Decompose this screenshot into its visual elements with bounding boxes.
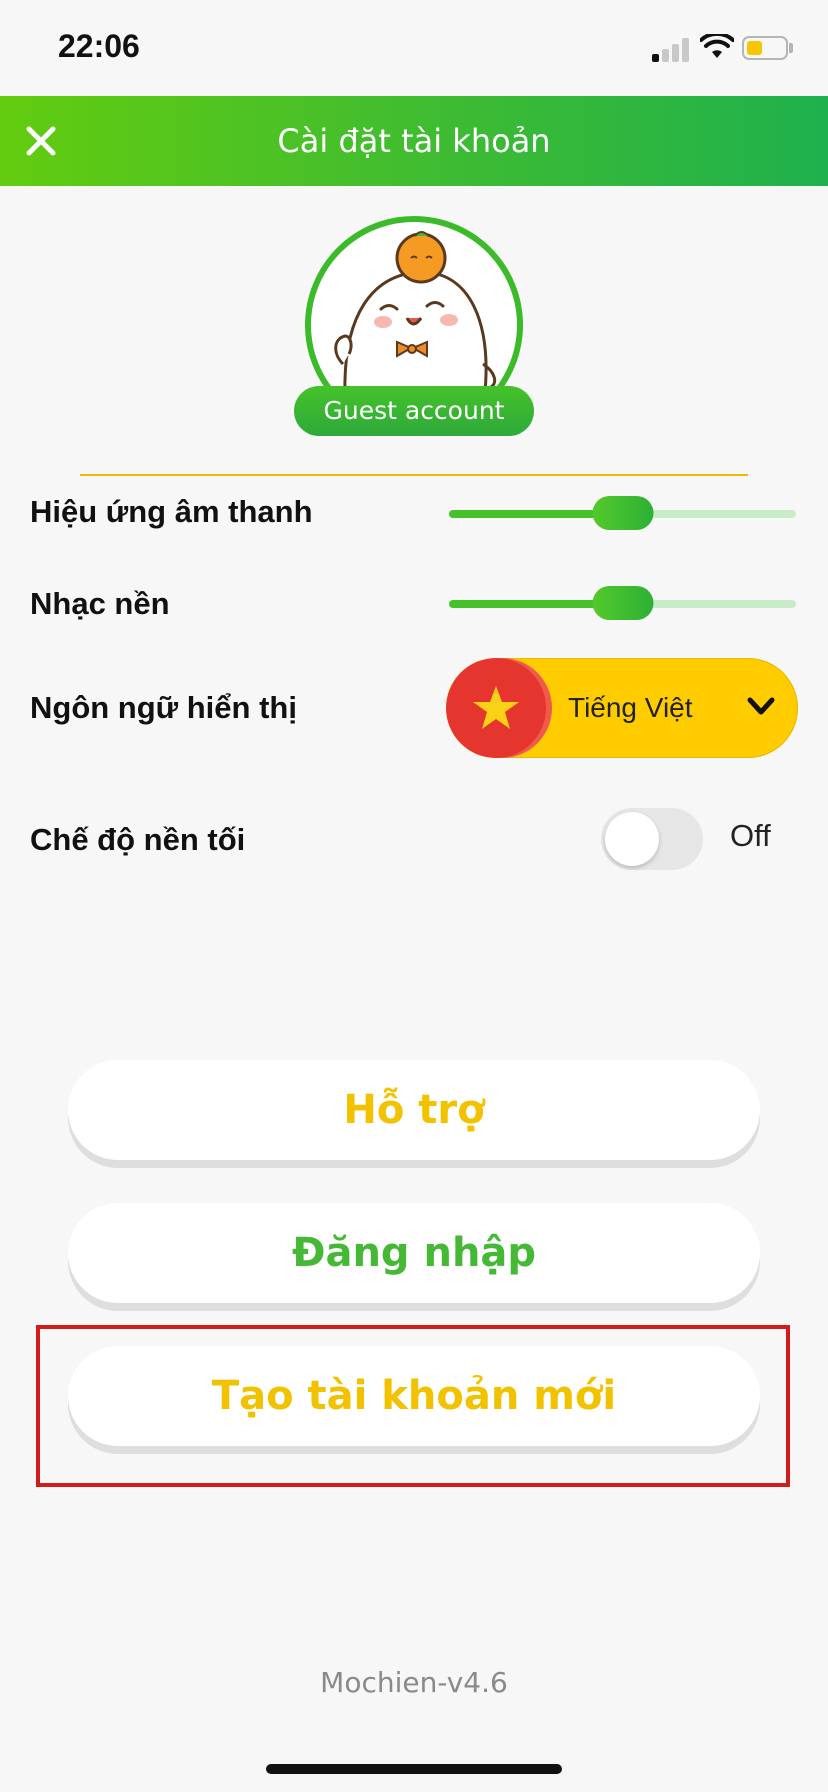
sound-effects-slider[interactable]: [449, 496, 796, 532]
status-time: 22:06: [58, 28, 140, 64]
status-bar: 22:06: [0, 0, 828, 96]
divider: [80, 474, 748, 476]
background-music-label: Nhạc nền: [30, 586, 170, 621]
login-button[interactable]: Đăng nhập: [68, 1203, 760, 1303]
help-button[interactable]: Hỗ trợ: [68, 1060, 760, 1160]
app-header: Cài đặt tài khoản: [0, 96, 828, 186]
guest-account-badge: Guest account: [294, 386, 534, 436]
language-select[interactable]: Tiếng Việt: [446, 658, 798, 758]
sound-effects-label: Hiệu ứng âm thanh: [30, 494, 313, 529]
toggle-thumb: [605, 812, 659, 866]
dark-mode-state: Off: [730, 818, 771, 853]
chevron-down-icon: [747, 697, 775, 715]
close-icon: [26, 126, 56, 156]
slider-knob[interactable]: [592, 496, 653, 530]
vietnam-flag-icon: [446, 658, 546, 758]
battery-nub: [789, 43, 793, 53]
wifi-icon: [700, 34, 734, 58]
battery-icon: [742, 36, 788, 60]
app-version: Mochien-v4.6: [320, 1666, 508, 1699]
dark-mode-label: Chế độ nền tối: [30, 822, 246, 857]
dark-mode-toggle[interactable]: [601, 808, 703, 870]
slider-knob[interactable]: [592, 586, 653, 620]
language-value: Tiếng Việt: [568, 692, 693, 723]
create-account-button[interactable]: Tạo tài khoản mới: [68, 1346, 760, 1446]
page-title: Cài đặt tài khoản: [277, 122, 551, 160]
cellular-signal-icon: [652, 34, 692, 62]
display-language-label: Ngôn ngữ hiển thị: [30, 690, 297, 725]
home-indicator[interactable]: [266, 1764, 562, 1774]
close-button[interactable]: [20, 114, 62, 168]
background-music-slider[interactable]: [449, 586, 796, 622]
